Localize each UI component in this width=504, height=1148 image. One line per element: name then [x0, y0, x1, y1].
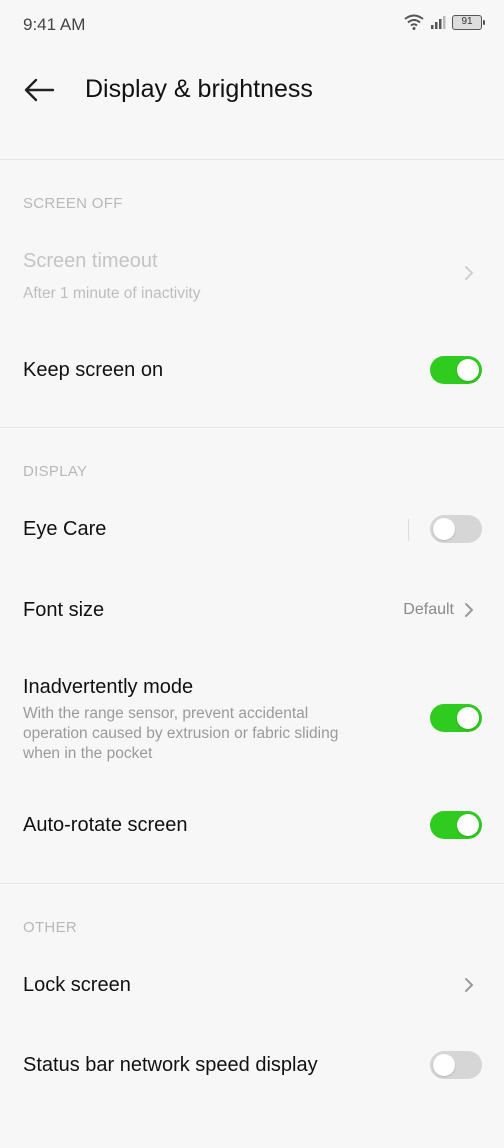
setting-font-size[interactable]: Font size Default: [0, 575, 504, 645]
inadvertently-mode-label: Inadvertently mode: [23, 676, 194, 698]
network-speed-toggle[interactable]: [430, 1051, 482, 1079]
divider: [0, 883, 504, 884]
section-title-other: OTHER: [23, 919, 77, 936]
toggle-knob: [457, 814, 479, 836]
toggle-knob: [457, 359, 479, 381]
setting-auto-rotate[interactable]: Auto-rotate screen: [0, 790, 504, 860]
screen-timeout-sub: After 1 minute of inactivity: [23, 285, 201, 302]
font-size-value: Default: [403, 601, 454, 618]
battery-icon: 91: [452, 14, 485, 30]
toggle-knob: [457, 707, 479, 729]
font-size-label: Font size: [23, 599, 105, 621]
inadvertently-mode-sub-1: With the range sensor, prevent accidenta…: [23, 705, 309, 722]
lock-screen-label: Lock screen: [23, 974, 131, 996]
setting-screen-timeout[interactable]: Screen timeout After 1 minute of inactiv…: [0, 235, 504, 320]
setting-network-speed-display[interactable]: Status bar network speed display: [0, 1030, 504, 1100]
separator: [408, 519, 409, 541]
chevron-right-icon: [465, 266, 474, 280]
screen-timeout-label: Screen timeout: [23, 250, 158, 272]
status-bar: 9:41 AM 91: [0, 0, 504, 50]
inadvertently-mode-sub-2: operation caused by extrusion or fabric …: [23, 725, 339, 742]
toggle-knob: [433, 518, 455, 540]
setting-eye-care[interactable]: Eye Care: [0, 495, 504, 565]
chevron-right-icon: [465, 978, 474, 992]
auto-rotate-toggle[interactable]: [430, 811, 482, 839]
setting-keep-screen-on[interactable]: Keep screen on: [0, 335, 504, 405]
network-speed-label: Status bar network speed display: [23, 1054, 318, 1076]
signal-icon: [431, 16, 446, 29]
auto-rotate-label: Auto-rotate screen: [23, 814, 188, 836]
toggle-knob: [433, 1054, 455, 1076]
chevron-right-icon: [465, 603, 474, 617]
divider: [0, 159, 504, 160]
app-header: Display & brightness: [0, 50, 504, 160]
setting-inadvertently-mode[interactable]: Inadvertently mode With the range sensor…: [0, 660, 504, 770]
arrow-left-icon: [24, 78, 55, 102]
section-title-screen-off: SCREEN OFF: [23, 195, 123, 212]
inadvertently-mode-sub-3: when in the pocket: [23, 745, 153, 762]
inadvertently-mode-toggle[interactable]: [430, 704, 482, 732]
status-icons: 91: [404, 14, 485, 30]
page-title: Display & brightness: [85, 75, 313, 103]
eye-care-toggle[interactable]: [430, 515, 482, 543]
setting-lock-screen[interactable]: Lock screen: [0, 950, 504, 1020]
keep-screen-on-label: Keep screen on: [23, 359, 164, 381]
status-time: 9:41 AM: [23, 15, 86, 34]
divider: [0, 427, 504, 428]
wifi-icon: [404, 14, 424, 30]
back-button[interactable]: [14, 68, 64, 112]
eye-care-label: Eye Care: [23, 518, 107, 540]
keep-screen-on-toggle[interactable]: [430, 356, 482, 384]
section-title-display: DISPLAY: [23, 463, 88, 480]
